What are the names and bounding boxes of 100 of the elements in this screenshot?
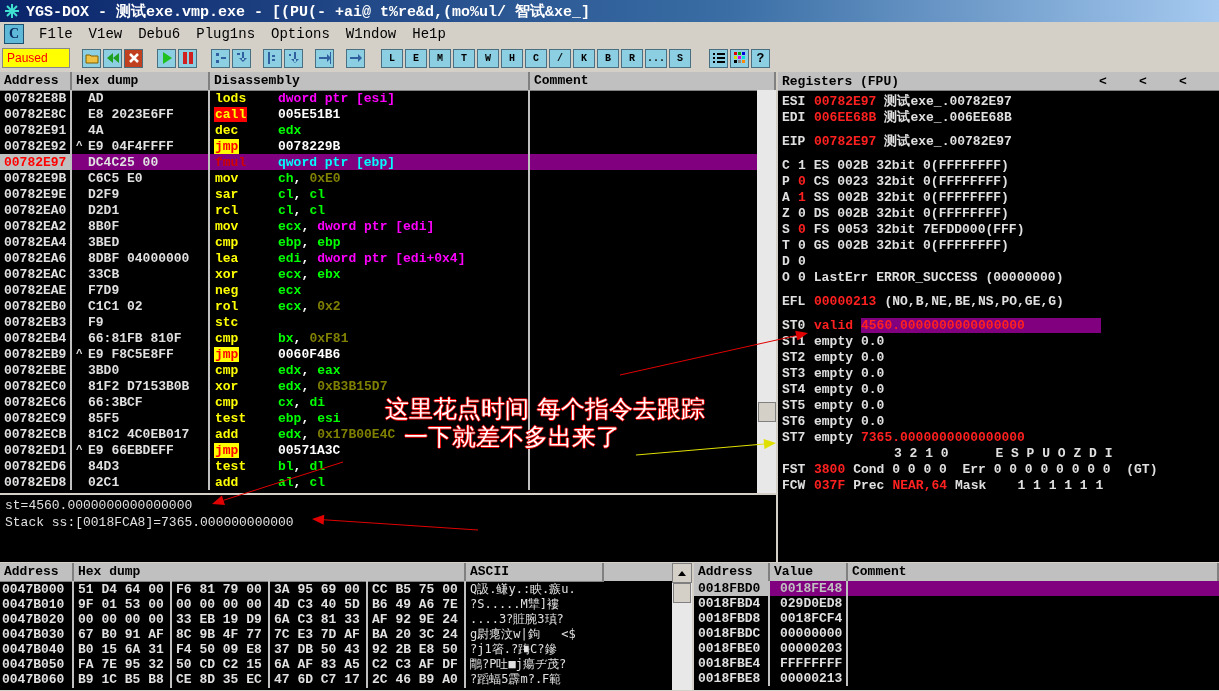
address-cell[interactable]: 0018FBD0 [694, 581, 770, 596]
menu-item[interactable]: Options [264, 26, 337, 42]
address-cell[interactable]: 00782EC9 [0, 410, 72, 426]
operand: , [293, 474, 302, 490]
address-cell[interactable]: 00782EA4 [0, 234, 72, 250]
execute-till-return-button[interactable] [315, 48, 334, 68]
window-button[interactable]: / [549, 48, 571, 68]
register-text: (NO,B,NE,BE,NS,PO,GE,G) [884, 293, 1064, 309]
window-button[interactable]: S [669, 48, 691, 68]
trace-over-button[interactable] [284, 48, 303, 68]
address-cell[interactable]: 0018FBD4 [694, 596, 770, 611]
scrollbar[interactable] [757, 90, 776, 493]
hex-cell: 67 B0 91 AF [74, 626, 172, 643]
scrollbar[interactable] [672, 563, 692, 690]
column-header[interactable]: Hex dump [74, 563, 466, 582]
hex-cell: AF 92 9E 24 [368, 611, 466, 628]
operand: dl [309, 458, 326, 474]
address-cell[interactable]: 0018FBE8 [694, 671, 770, 686]
menu-item[interactable]: Plug1ns [189, 26, 263, 42]
address-cell[interactable]: 00782EB4 [0, 330, 72, 346]
menu-item[interactable]: Debu6 [131, 26, 188, 42]
operand: 0xF81 [309, 330, 349, 346]
address-cell: 0047B030 [0, 626, 74, 643]
window-button[interactable]: E [405, 48, 427, 68]
column-header[interactable]: Hex dump [72, 72, 210, 91]
register-text: ST6 [782, 413, 806, 429]
scroll-up-button[interactable] [672, 563, 692, 583]
rewind-button[interactable] [103, 48, 122, 68]
address-cell[interactable]: 00782ED6 [0, 458, 72, 474]
window-button[interactable]: H [501, 48, 523, 68]
column-header[interactable]: ASCII [466, 563, 604, 582]
run-button[interactable] [157, 48, 176, 68]
address-cell[interactable]: 00782ED8 [0, 474, 72, 490]
ascii-cell-text: ....3?賍腕3瑱? [469, 611, 565, 628]
address-cell[interactable]: 00782ECB [0, 426, 72, 442]
address-cell[interactable]: 00782EAE [0, 282, 72, 298]
hex-cell: 4D C3 40 5D [270, 596, 368, 613]
address-cell[interactable]: 00782EB3 [0, 314, 72, 330]
window-button[interactable]: L [381, 48, 403, 68]
address-cell[interactable]: 00782EB0 [0, 298, 72, 314]
address-cell[interactable]: 00782EBE [0, 362, 72, 378]
pause-button[interactable] [178, 48, 197, 68]
register-text: 0.0 [861, 397, 885, 413]
open-button[interactable] [82, 48, 101, 68]
address-cell[interactable]: 00782E9E [0, 186, 72, 202]
list-button[interactable] [709, 48, 728, 68]
column-header[interactable]: Address [0, 72, 72, 91]
scroll-thumb[interactable] [758, 402, 776, 422]
operand: 005E51B1 [278, 106, 341, 122]
address-cell[interactable]: 00782EA6 [0, 250, 72, 266]
close-button[interactable] [124, 48, 143, 68]
address-cell[interactable]: 00782E91 [0, 122, 72, 138]
column-header[interactable]: Address [0, 563, 74, 582]
register-text: 1 [798, 189, 806, 205]
address-cell[interactable]: 0018FBDC [694, 626, 770, 641]
window-button[interactable]: R [621, 48, 643, 68]
address-cell[interactable]: 00782EC6 [0, 394, 72, 410]
address-cell[interactable]: 00782EA0 [0, 202, 72, 218]
operand: , [293, 170, 302, 186]
address-cell[interactable]: 00782ED1 [0, 442, 72, 458]
collapse-button[interactable]: < [1139, 73, 1179, 89]
menu-item[interactable]: W1ndow [338, 26, 404, 42]
collapse-button[interactable]: < [1179, 73, 1219, 89]
window-button[interactable]: ... [645, 48, 667, 68]
address-cell[interactable]: 0018FBD8 [694, 611, 770, 626]
step-over-button[interactable] [232, 48, 251, 68]
go-to-user-code-button[interactable] [346, 48, 365, 68]
menu-item[interactable]: He1p [405, 26, 453, 42]
trace-into-button[interactable] [263, 48, 282, 68]
address-cell[interactable]: 0018FBE4 [694, 656, 770, 671]
mnemonic: stc [214, 314, 240, 330]
column-header[interactable]: Disassembly [210, 72, 530, 91]
menu-item[interactable]: V1ew [81, 26, 130, 42]
mnemonic: test [214, 410, 248, 426]
menu-item[interactable]: F1le [32, 26, 80, 42]
window-button[interactable]: T [453, 48, 475, 68]
address-cell[interactable]: 00782E9B [0, 170, 72, 186]
colors-button[interactable] [730, 48, 749, 68]
collapse-button[interactable]: < [1099, 73, 1139, 89]
register-text: ESI [782, 93, 806, 109]
operand: ebx [317, 266, 341, 282]
help-button[interactable]: ? [751, 48, 770, 68]
address-cell[interactable]: 00782EA2 [0, 218, 72, 234]
step-into-button[interactable] [211, 48, 230, 68]
address-cell[interactable]: 0018FBE0 [694, 641, 770, 656]
window-button[interactable]: W [477, 48, 499, 68]
address-cell[interactable]: 00782E8B [0, 90, 72, 106]
address-cell[interactable]: 00782EB9 [0, 346, 72, 362]
address-cell[interactable]: 00782E8C [0, 106, 72, 122]
window-button[interactable]: B [597, 48, 619, 68]
window-button[interactable]: C [525, 48, 547, 68]
scroll-thumb[interactable] [673, 583, 691, 603]
window-button[interactable]: K [573, 48, 595, 68]
window-button[interactable]: M [429, 48, 451, 68]
hex-cell: C6C5 E0 [88, 170, 143, 186]
hex-cell: 50 CD C2 15 [172, 656, 270, 673]
address-cell: 0047B060 [0, 671, 74, 688]
address-cell[interactable]: 00782EAC [0, 266, 72, 282]
mnemonic: mov [214, 218, 240, 234]
address-cell[interactable]: 00782EC0 [0, 378, 72, 394]
